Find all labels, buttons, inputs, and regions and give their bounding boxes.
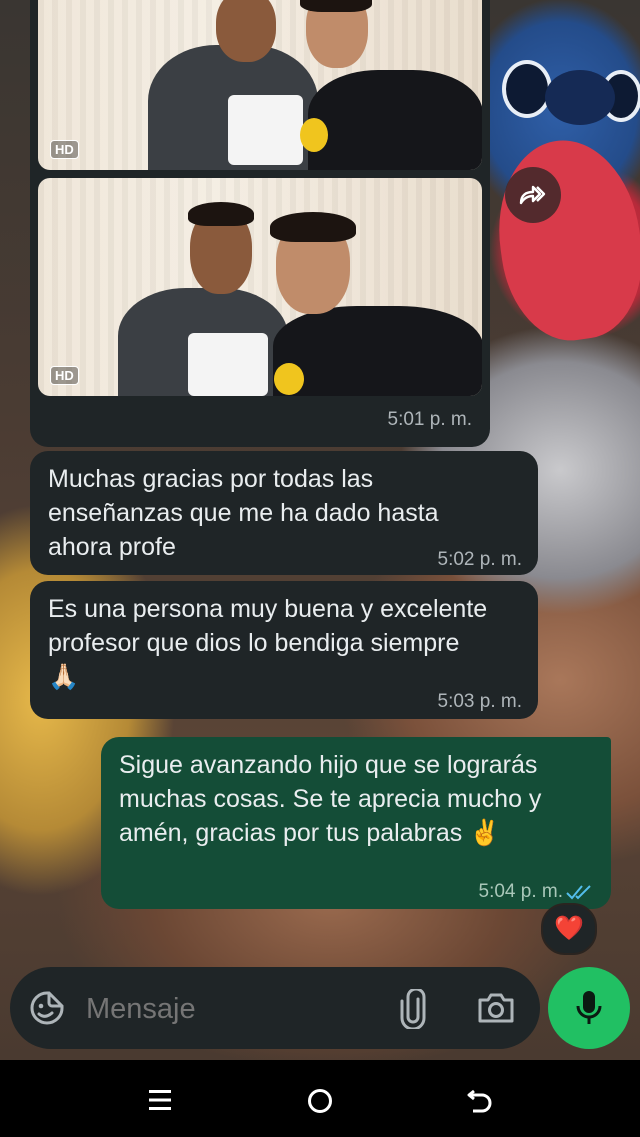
microphone-icon: [576, 991, 602, 1024]
attach-icon[interactable]: [400, 989, 426, 1029]
photo-hair: [270, 212, 356, 242]
message-time: 5:01 p. m.: [387, 409, 473, 430]
reaction-badge[interactable]: ❤️: [541, 903, 597, 955]
message-time: 5:04 p. m.: [478, 881, 564, 902]
read-receipt-icon: [566, 885, 591, 900]
incoming-message[interactable]: Es una persona muy buena y excelente pro…: [30, 581, 538, 719]
message-text: Sigue avanzando hijo que se lograrás muc…: [119, 751, 542, 847]
camera-icon[interactable]: [476, 991, 516, 1025]
message-time: 5:03 p. m.: [437, 691, 523, 712]
back-icon[interactable]: [466, 1087, 494, 1115]
message-composer: [10, 967, 540, 1049]
emoji-sticker-icon[interactable]: [28, 989, 66, 1027]
photo-2[interactable]: HD: [38, 178, 482, 396]
incoming-message[interactable]: Muchas gracias por todas las enseñanzas …: [30, 451, 538, 575]
photo-medal: [300, 118, 328, 152]
forward-button[interactable]: [505, 167, 561, 223]
wallpaper-stitch-eye-left: [502, 60, 552, 118]
photo-medal: [274, 363, 304, 395]
photo-certificate: [228, 95, 303, 165]
message-text: Es una persona muy buena y excelente pro…: [48, 595, 488, 691]
heart-reaction-icon: ❤️: [554, 915, 584, 942]
recent-apps-icon[interactable]: [147, 1088, 173, 1112]
wallpaper-stitch-nose: [545, 70, 615, 125]
message-time: 5:02 p. m.: [437, 549, 523, 570]
system-navigation-bar: [0, 1060, 640, 1137]
hd-badge: HD: [50, 366, 79, 385]
forward-icon: [519, 185, 546, 205]
photo-certificate: [188, 333, 268, 396]
photo-hair: [300, 0, 372, 12]
image-message-group: HD HD 5:01 p. m.: [30, 0, 490, 447]
photo-person-right: [273, 306, 482, 396]
hd-badge: HD: [50, 140, 79, 159]
photo-person-left-head: [216, 0, 276, 62]
message-text: Muchas gracias por todas las enseñanzas …: [48, 465, 439, 561]
outgoing-message[interactable]: Sigue avanzando hijo que se lograrás muc…: [101, 737, 611, 909]
photo-hair: [188, 202, 254, 226]
photo-person-right: [308, 70, 482, 170]
voice-message-button[interactable]: [548, 967, 630, 1049]
wallpaper-heart: [486, 131, 640, 349]
photo-1[interactable]: HD: [38, 0, 482, 170]
message-input[interactable]: [84, 987, 388, 1031]
home-icon[interactable]: [306, 1087, 334, 1115]
